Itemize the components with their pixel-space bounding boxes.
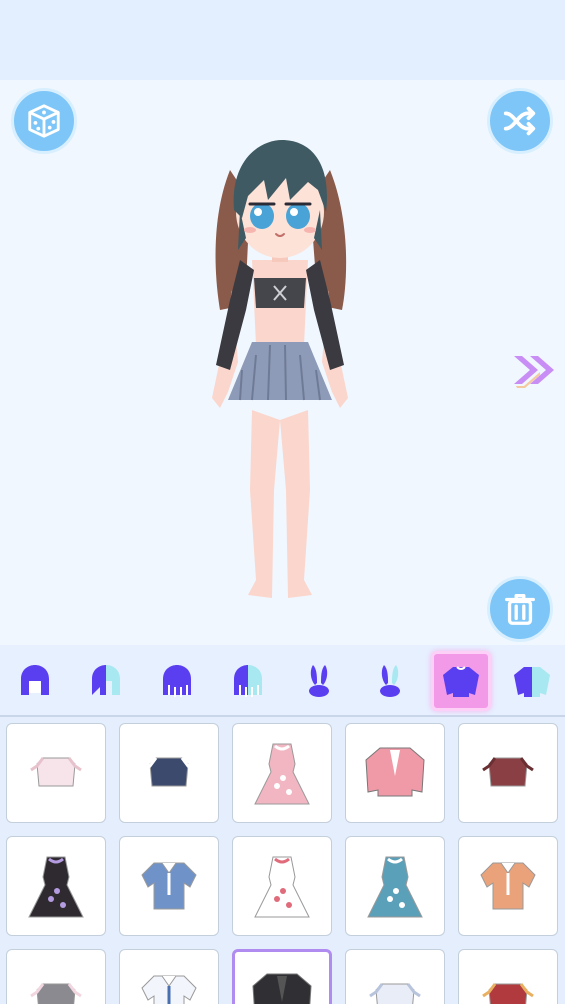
item-maroon-bell-sleeve-top[interactable]	[458, 723, 558, 823]
character-avatar	[212, 140, 348, 598]
category-tab-bar	[0, 645, 565, 717]
item-red-off-shoulder-tee[interactable]	[458, 949, 558, 1004]
tab-tops-color[interactable]	[502, 651, 562, 711]
orange-vest-shirt-shirt-icon	[480, 862, 536, 910]
tab-hair-back[interactable]	[147, 651, 207, 711]
item-teal-pinafore-dress[interactable]	[345, 836, 445, 936]
grey-crop-tee-top-icon	[30, 983, 82, 1004]
red-off-shoulder-tee-top-icon	[482, 983, 534, 1004]
shuffle-button[interactable]	[487, 88, 553, 154]
pink-maid-dress-dress-icon	[254, 743, 310, 805]
item-black-jacket-crop-top[interactable]	[232, 949, 332, 1004]
shuffle-icon	[503, 106, 536, 136]
double-chevron-right-icon	[514, 356, 554, 388]
tab-hair-back-color[interactable]	[218, 651, 278, 711]
next-page-button[interactable]	[510, 350, 558, 390]
teal-pinafore-dress-dress-icon	[367, 856, 423, 918]
hair-back-icon	[163, 665, 191, 697]
white-halter-top-top-icon	[369, 983, 421, 1004]
bunny-ears-icon	[309, 665, 329, 697]
item-purple-overall-dress[interactable]	[6, 836, 106, 936]
item-pink-maid-dress[interactable]	[232, 723, 332, 823]
item-navy-sailor-top[interactable]	[119, 723, 219, 823]
tab-hair-front[interactable]	[5, 651, 65, 711]
random-button[interactable]	[11, 88, 77, 154]
purple-overall-dress-dress-icon	[28, 856, 84, 918]
tab-hair-front-color[interactable]	[76, 651, 136, 711]
hair-front-icon	[21, 665, 49, 695]
navy-sailor-top-top-icon	[143, 757, 195, 787]
tab-ears-color[interactable]	[360, 651, 420, 711]
item-white-bralette[interactable]	[6, 723, 106, 823]
item-grey-crop-tee[interactable]	[6, 949, 106, 1004]
blue-collared-shirt-shirt-icon	[141, 862, 197, 910]
hair-back-color-icon	[234, 665, 262, 697]
trash-icon	[505, 594, 535, 625]
maroon-bell-sleeve-top-top-icon	[482, 757, 534, 787]
trash-button[interactable]	[487, 576, 553, 642]
item-pink-open-jacket[interactable]	[345, 723, 445, 823]
item-blue-collared-shirt[interactable]	[119, 836, 219, 936]
item-white-polka-dot-dress[interactable]	[232, 836, 332, 936]
dice-icon	[28, 104, 60, 138]
white-polka-dot-dress-dress-icon	[254, 856, 310, 918]
item-orange-vest-shirt[interactable]	[458, 836, 558, 936]
item-grid	[0, 717, 565, 1004]
hair-front-color-icon	[92, 665, 120, 695]
item-white-halter-top[interactable]	[345, 949, 445, 1004]
item-white-tie-shirt[interactable]	[119, 949, 219, 1004]
top-bar	[0, 0, 565, 80]
white-bralette-top-icon	[30, 757, 82, 787]
bunny-ears-color-icon	[380, 665, 400, 697]
tab-ears[interactable]	[289, 651, 349, 711]
sweater-color-icon	[514, 667, 550, 697]
pink-open-jacket-jacket-icon	[365, 747, 425, 797]
white-tie-shirt-shirt-icon	[141, 975, 197, 1004]
black-jacket-crop-top-jacket-icon	[252, 973, 312, 1004]
legs	[248, 410, 280, 598]
sweater-icon	[443, 666, 479, 697]
tab-tops[interactable]	[431, 651, 491, 711]
